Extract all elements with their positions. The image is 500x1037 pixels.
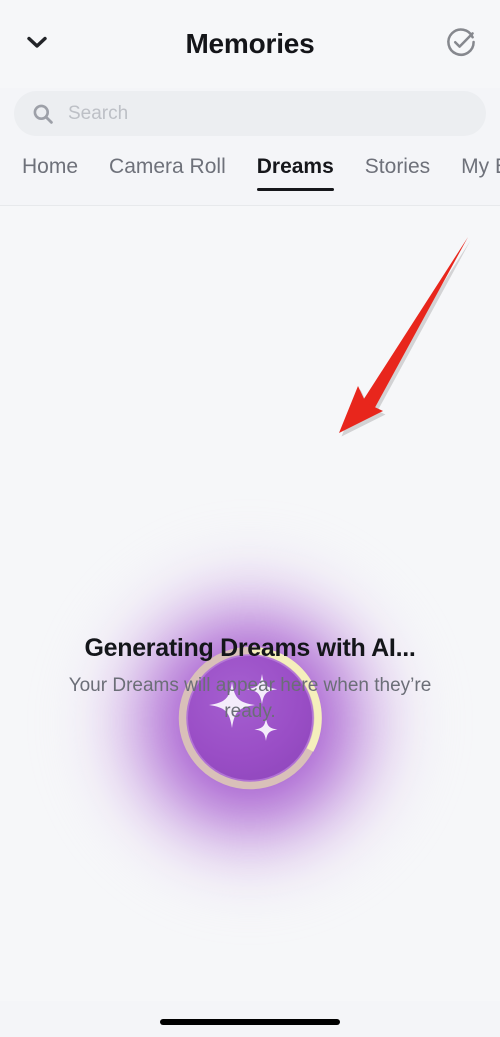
tab-label: Home — [22, 155, 79, 178]
tab-dreams[interactable]: Dreams — [256, 152, 334, 191]
tab-home[interactable]: Home — [22, 152, 78, 191]
tab-label: My E — [461, 155, 500, 178]
app-header: Memories — [0, 0, 500, 88]
page-title: Memories — [185, 28, 315, 59]
tab-stories[interactable]: Stories — [365, 152, 430, 191]
app-screen: Memories Home Cam — [0, 0, 500, 1037]
search-icon — [32, 103, 54, 125]
select-mode-button[interactable] — [432, 21, 478, 67]
tab-label: Camera Roll — [109, 155, 226, 178]
tab-camera-roll[interactable]: Camera Roll — [109, 152, 226, 191]
empty-state-title: Generating Dreams with AI... — [84, 634, 416, 662]
tab-label: Dreams — [256, 155, 334, 178]
empty-state-text: Generating Dreams with AI... Your Dreams… — [0, 634, 500, 725]
active-tab-indicator — [256, 188, 334, 191]
chevron-down-icon — [22, 27, 52, 62]
tab-bar[interactable]: Home Camera Roll Dreams Stories My E — [0, 152, 500, 206]
search-container[interactable] — [14, 91, 486, 136]
dreams-panel: Generating Dreams with AI... Your Dreams… — [0, 206, 500, 1001]
search-bar[interactable] — [14, 91, 486, 136]
home-indicator[interactable] — [160, 1019, 340, 1025]
check-circle-icon — [444, 25, 478, 64]
empty-state-subtitle: Your Dreams will appear here when they’r… — [68, 674, 432, 722]
tab-label: Stories — [364, 155, 431, 178]
search-input[interactable] — [68, 102, 468, 125]
collapse-button[interactable] — [22, 21, 68, 67]
tab-my-eyes-only[interactable]: My E — [461, 152, 500, 191]
